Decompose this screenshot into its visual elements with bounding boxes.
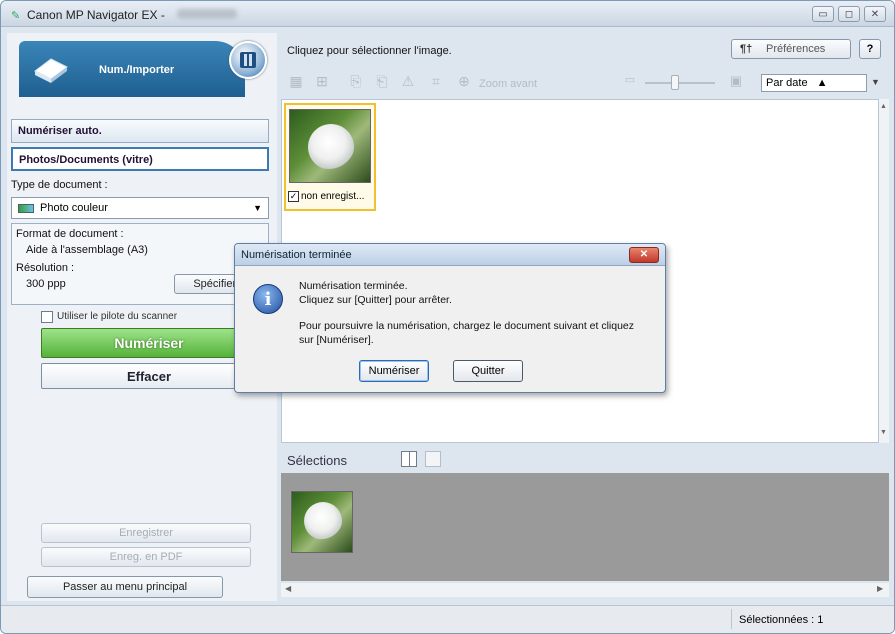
scan-settings-box: Format de document : Aide à l'assemblage… — [11, 223, 269, 305]
save-pdf-button[interactable]: Enreg. en PDF — [41, 547, 251, 567]
sort-direction-icon: ▲ — [816, 77, 828, 89]
dialog-title-bar[interactable]: Numérisation terminée ✕ — [235, 244, 665, 266]
preferences-label: Préférences — [766, 43, 826, 55]
photo-color-icon — [18, 204, 34, 213]
doc-format-value: Aide à l'assemblage (A3) — [26, 244, 148, 256]
dialog-line-1: Numérisation terminée. — [299, 280, 408, 292]
preferences-icon: ¶† — [740, 43, 753, 55]
single-view-icon[interactable] — [425, 451, 441, 467]
status-bar: Sélectionnées : 1 — [1, 605, 894, 633]
thumbnail-size-slider[interactable] — [645, 82, 715, 84]
use-driver-checkbox[interactable] — [41, 311, 53, 323]
chevron-down-icon[interactable]: ▼ — [871, 77, 880, 87]
selected-count: Sélectionnées : 1 — [739, 614, 824, 626]
large-thumbnail-icon: ▣ — [729, 73, 743, 88]
dialog-title: Numérisation terminée — [241, 249, 352, 261]
sort-value: Par date — [766, 77, 808, 89]
close-icon[interactable]: ✕ — [629, 247, 659, 263]
resolution-value: 300 ppp — [26, 278, 66, 290]
dialog-quit-button[interactable]: Quitter — [453, 360, 523, 382]
window-controls: ▭ ◻ ✕ — [812, 6, 886, 22]
minimize-icon[interactable]: ▭ — [812, 6, 834, 22]
scan-button[interactable]: Numériser — [41, 328, 257, 358]
scan-import-header: Num./Importer — [19, 41, 245, 97]
scan-complete-dialog: Numérisation terminée ✕ i Numérisation t… — [234, 243, 666, 393]
selected-photo[interactable] — [291, 491, 353, 553]
thumbnail-checkbox[interactable]: ✓ — [288, 191, 299, 202]
mode-switch-button[interactable] — [229, 41, 267, 79]
preferences-button[interactable]: ¶† Préférences — [731, 39, 851, 59]
selections-bar: Sélections — [281, 445, 889, 473]
selections-area[interactable] — [281, 473, 889, 581]
chevron-down-icon: ▼ — [253, 203, 262, 213]
window-title: Canon MP Navigator EX - — [27, 8, 165, 22]
header-label: Num./Importer — [99, 64, 175, 76]
dialog-line-2: Cliquez sur [Quitter] pour arrêter. — [299, 294, 452, 306]
use-driver-label: Utiliser le pilote du scanner — [57, 311, 178, 322]
vertical-scrollbar[interactable]: ▲ ▼ — [879, 99, 889, 443]
thumbnail-caption: ✓ non enregist... — [288, 191, 372, 202]
scroll-right-icon[interactable]: ▶ — [877, 584, 883, 593]
thumbnail-view-icon[interactable]: ▦ — [287, 73, 305, 91]
image-toolbar: ▦ ⊞ ⎘ ⎗ ⚠ ⌗ ⊕ Zoom avant ▭ ▣ Par date ▲ … — [281, 69, 889, 95]
thumbnail-caption-text: non enregist... — [301, 191, 365, 203]
status-separator — [731, 609, 732, 629]
doc-type-label: Type de document : — [11, 179, 108, 191]
sort-select[interactable]: Par date ▲ — [761, 74, 867, 92]
doc-format-label: Format de document : — [16, 228, 124, 240]
main-menu-button[interactable]: Passer au menu principal — [27, 576, 223, 598]
clear-button[interactable]: Effacer — [41, 363, 257, 389]
selections-label: Sélections — [287, 453, 347, 468]
grid-view-icon[interactable] — [401, 451, 417, 467]
detail-view-icon[interactable]: ⊞ — [313, 73, 331, 91]
rotate-left-icon[interactable]: ⎘ — [347, 73, 365, 91]
help-button[interactable]: ? — [859, 39, 881, 59]
dialog-line-4: sur [Numériser]. — [299, 334, 374, 346]
scroll-left-icon[interactable]: ◀ — [285, 584, 291, 593]
info-icon: i — [253, 284, 283, 314]
save-button[interactable]: Enregistrer — [41, 523, 251, 543]
small-thumbnail-icon: ▭ — [624, 74, 636, 86]
selection-hint: Cliquez pour sélectionner l'image. — [287, 45, 452, 57]
photos-documents-button[interactable]: Photos/Documents (vitre) — [11, 147, 269, 171]
app-icon: ✎ — [11, 10, 21, 22]
scanner-icon — [34, 58, 68, 83]
close-icon[interactable]: ✕ — [864, 6, 886, 22]
flower-shape — [308, 124, 354, 170]
scroll-up-icon[interactable]: ▲ — [880, 103, 887, 110]
zoom-in-icon[interactable]: ⊕ — [455, 73, 473, 91]
rotate-right-icon[interactable]: ⎗ — [373, 73, 391, 91]
horizontal-scrollbar[interactable]: ◀ ▶ — [281, 583, 889, 597]
doc-type-value: Photo couleur — [40, 202, 108, 214]
blurred-filename — [177, 9, 237, 19]
zoom-in-label: Zoom avant — [479, 78, 538, 90]
flower-shape — [304, 502, 342, 540]
image-thumbnail[interactable]: ✓ non enregist... — [284, 103, 376, 211]
doc-type-select[interactable]: Photo couleur ▼ — [11, 197, 269, 219]
crop-icon[interactable]: ⌗ — [427, 73, 445, 91]
slider-handle[interactable] — [671, 75, 679, 90]
hydrangea-photo — [289, 109, 371, 183]
scroll-down-icon[interactable]: ▼ — [880, 429, 887, 436]
resolution-label: Résolution : — [16, 262, 75, 274]
dialog-scan-button[interactable]: Numériser — [359, 360, 429, 382]
app-window: ✎ Canon MP Navigator EX - ▭ ◻ ✕ Num./Imp… — [0, 0, 895, 634]
title-bar[interactable]: ✎ Canon MP Navigator EX - ▭ ◻ ✕ — [1, 1, 894, 27]
maximize-icon[interactable]: ◻ — [838, 6, 860, 22]
mirror-icon[interactable]: ⚠ — [399, 73, 417, 91]
grid-icon — [240, 52, 256, 68]
auto-scan-button[interactable]: Numériser auto. — [11, 119, 269, 143]
dialog-line-3: Pour poursuivre la numérisation, chargez… — [299, 320, 635, 332]
